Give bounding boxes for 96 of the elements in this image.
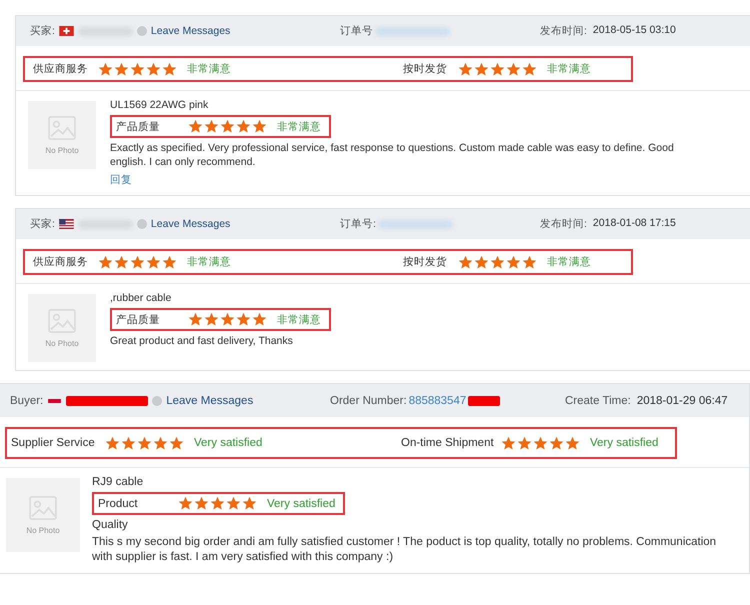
star-icon bbox=[169, 436, 184, 451]
rating-verdict: 非常满意 bbox=[277, 312, 321, 327]
star-icon bbox=[105, 436, 120, 451]
redaction-bar bbox=[468, 396, 500, 406]
leave-messages-link[interactable]: Leave Messages bbox=[150, 218, 230, 230]
star-icon bbox=[252, 119, 267, 134]
star-icon bbox=[98, 254, 113, 270]
no-photo-text: No Photo bbox=[45, 338, 79, 348]
star-icon bbox=[146, 62, 161, 76]
status-dot bbox=[136, 219, 147, 230]
star-icon bbox=[533, 436, 548, 451]
star-icon bbox=[130, 62, 145, 76]
star-icon bbox=[146, 254, 161, 270]
time-value: 2018-01-08 17:15 bbox=[592, 217, 676, 232]
star-icon bbox=[162, 62, 177, 76]
time-value: 2018-01-29 06:47 bbox=[636, 394, 728, 407]
buyer-label: 买家: bbox=[30, 24, 55, 38]
star-icon bbox=[121, 436, 136, 451]
star-icon bbox=[204, 312, 219, 328]
star-icon bbox=[501, 436, 516, 451]
rating-label: 产品质量 bbox=[116, 120, 161, 134]
star-icon bbox=[137, 436, 152, 451]
star-icon bbox=[236, 312, 251, 328]
status-dot bbox=[136, 26, 147, 36]
rating-label: 产品质量 bbox=[116, 312, 161, 327]
leave-messages-link[interactable]: Leave Messages bbox=[166, 394, 254, 407]
flag-icon bbox=[47, 398, 62, 403]
review-comment: Exactly as specified. Very professional service, fast response to questions. Custom made cable was easy to define. Good english. I can only recommend. bbox=[110, 142, 675, 170]
product-title: UL1569 22AWG pink bbox=[110, 99, 208, 111]
rating-verdict: 非常满意 bbox=[547, 62, 591, 76]
star-icon bbox=[522, 62, 537, 76]
review-comment: Great product and fast delivery, Thanks bbox=[110, 335, 293, 349]
star-icon bbox=[522, 254, 537, 270]
status-dot bbox=[152, 396, 162, 406]
star-icon bbox=[162, 254, 177, 270]
star-icon bbox=[549, 436, 564, 451]
rating-label: 按时发货 bbox=[403, 62, 448, 76]
star-icon bbox=[114, 254, 129, 270]
order-number-label: Order Number: bbox=[330, 394, 407, 407]
rating-verdict: Very satisfied bbox=[267, 498, 336, 510]
star-icon bbox=[236, 119, 251, 134]
rating-verdict: 非常满意 bbox=[187, 62, 231, 76]
star-icon bbox=[506, 62, 521, 76]
star-icon bbox=[204, 119, 219, 134]
no-photo-text: No Photo bbox=[45, 146, 79, 154]
star-icon bbox=[506, 254, 521, 270]
star-icon bbox=[220, 119, 235, 134]
star-icon bbox=[98, 62, 113, 76]
star-icon bbox=[210, 496, 225, 512]
rating-label: 按时发货 bbox=[403, 255, 448, 270]
time-label: 发布时间: bbox=[540, 217, 587, 232]
rating-label: 供应商服务 bbox=[33, 62, 89, 76]
rating-verdict: 非常满意 bbox=[277, 120, 321, 134]
time-label: 发布时间: bbox=[540, 24, 587, 38]
star-icon bbox=[490, 62, 505, 76]
star-icon bbox=[517, 436, 532, 451]
order-number-label: 订单号 bbox=[340, 24, 373, 38]
star-icon bbox=[474, 62, 489, 76]
star-icon bbox=[194, 496, 209, 512]
star-icon bbox=[153, 436, 168, 451]
rating-label: 供应商服务 bbox=[33, 255, 89, 270]
star-icon bbox=[565, 436, 580, 451]
reply-link[interactable]: 回复 bbox=[110, 173, 132, 188]
review-comment: This s my second big order andi am fully satisfied customer ! The poduct is top quality, totally no problems. Communication with supplier is fast. I am very satisfied with this company :) bbox=[92, 535, 718, 566]
star-icon bbox=[188, 312, 203, 328]
star-icon bbox=[490, 254, 505, 270]
time-label: Create Time: bbox=[565, 394, 631, 407]
star-icon bbox=[474, 254, 489, 270]
product-title: RJ9 cable bbox=[92, 476, 144, 488]
rating-verdict: 非常满意 bbox=[187, 255, 231, 270]
time-value: 2018-05-15 03:10 bbox=[592, 24, 676, 38]
rating-label: Product bbox=[98, 498, 139, 510]
star-icon bbox=[114, 62, 129, 76]
buyer-label: 买家: bbox=[30, 217, 55, 232]
star-icon bbox=[226, 496, 241, 512]
rating-label: On-time Shipment bbox=[401, 437, 495, 450]
flag-icon bbox=[58, 26, 74, 36]
star-icon bbox=[252, 312, 267, 328]
rating-verdict: Very satisfied bbox=[194, 437, 262, 450]
product-title: ,rubber cable bbox=[110, 292, 172, 304]
star-icon bbox=[130, 254, 145, 270]
no-photo-text: No Photo bbox=[26, 526, 60, 535]
order-number-label: 订单号: bbox=[340, 217, 376, 232]
leave-messages-link[interactable]: Leave Messages bbox=[150, 25, 230, 37]
rating-label: Quality bbox=[92, 519, 128, 532]
star-icon bbox=[242, 496, 257, 512]
rating-label: Supplier Service bbox=[11, 437, 96, 450]
star-icon bbox=[188, 119, 203, 134]
rating-verdict: Very satisfied bbox=[590, 437, 658, 450]
star-icon bbox=[220, 312, 235, 328]
star-icon bbox=[458, 254, 473, 270]
flag-icon bbox=[58, 219, 74, 230]
star-icon bbox=[458, 62, 473, 76]
buyer-label: Buyer: bbox=[10, 394, 44, 407]
rating-verdict: 非常满意 bbox=[547, 255, 591, 270]
star-icon bbox=[178, 496, 193, 512]
